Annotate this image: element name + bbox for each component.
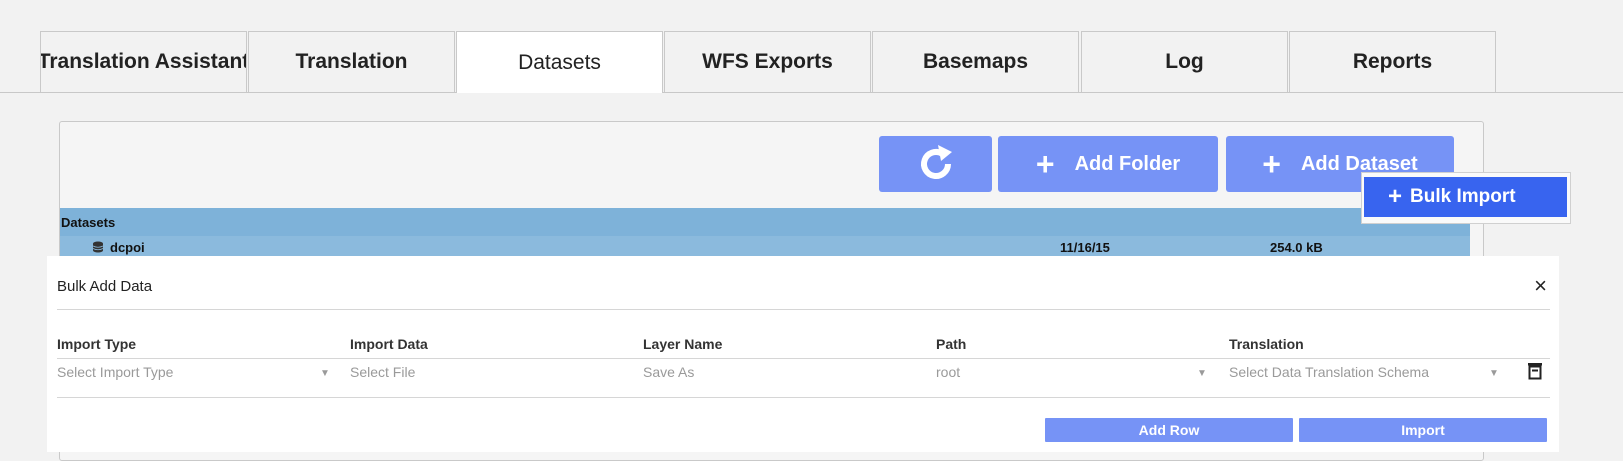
- chevron-down-icon[interactable]: ▼: [320, 368, 330, 379]
- path-select[interactable]: root: [936, 364, 960, 380]
- plus-icon: +: [1388, 183, 1403, 210]
- column-header-import-type: Import Type: [57, 336, 137, 352]
- bulk-import-label: Bulk Import: [1410, 186, 1516, 207]
- modal-divider: [57, 397, 1550, 398]
- chevron-down-icon[interactable]: ▼: [1489, 368, 1499, 379]
- tab-wfs-exports[interactable]: WFS Exports: [664, 31, 871, 92]
- plus-icon: +: [1035, 146, 1055, 182]
- modal-divider: [57, 309, 1550, 310]
- tab-translation-assistant[interactable]: Translation Assistant: [40, 31, 247, 92]
- dataset-date: 11/16/15: [1060, 240, 1110, 255]
- translation-select[interactable]: Select Data Translation Schema: [1229, 364, 1429, 380]
- tabbar-divider: [0, 92, 1623, 93]
- refresh-button[interactable]: [879, 136, 992, 192]
- tab-datasets[interactable]: Datasets: [456, 31, 663, 93]
- tab-reports[interactable]: Reports: [1289, 31, 1496, 92]
- close-icon[interactable]: ×: [1534, 273, 1547, 299]
- dataset-name: dcpoi: [110, 240, 145, 255]
- import-button[interactable]: Import: [1299, 418, 1547, 442]
- layer-name-input[interactable]: Save As: [643, 364, 694, 380]
- column-header-path: Path: [936, 336, 967, 352]
- column-header-translation: Translation: [1229, 336, 1304, 352]
- column-header-layer-name: Layer Name: [643, 336, 723, 352]
- modal-divider: [57, 358, 1550, 359]
- dataset-size: 254.0 kB: [1270, 240, 1323, 255]
- add-row-button[interactable]: Add Row: [1045, 418, 1293, 442]
- tab-basemaps[interactable]: Basemaps: [872, 31, 1079, 92]
- import-type-select[interactable]: Select Import Type: [57, 364, 173, 380]
- import-data-file-input[interactable]: Select File: [350, 364, 415, 380]
- column-header-import-data: Import Data: [350, 336, 428, 352]
- refresh-icon: [920, 145, 952, 179]
- bulk-add-data-modal: Bulk Add Data × Import Type Import Data …: [47, 256, 1559, 452]
- modal-title: Bulk Add Data: [57, 278, 153, 295]
- tab-log[interactable]: Log: [1081, 31, 1288, 92]
- bulk-import-menu-item[interactable]: + Bulk Import: [1364, 177, 1567, 217]
- table-row[interactable]: dcpoi 11/16/15 254.0 kB: [60, 236, 1470, 256]
- plus-icon: +: [1262, 146, 1281, 182]
- tab-translation[interactable]: Translation: [248, 31, 455, 92]
- datasets-tree-header: Datasets: [60, 208, 1470, 236]
- add-folder-button[interactable]: + Add Folder: [998, 136, 1218, 192]
- database-icon: [92, 241, 104, 253]
- chevron-down-icon[interactable]: ▼: [1197, 368, 1207, 379]
- trash-icon[interactable]: [1527, 362, 1543, 380]
- add-dataset-dropdown: + Bulk Import: [1361, 172, 1571, 224]
- add-folder-label: Add Folder: [1074, 152, 1181, 175]
